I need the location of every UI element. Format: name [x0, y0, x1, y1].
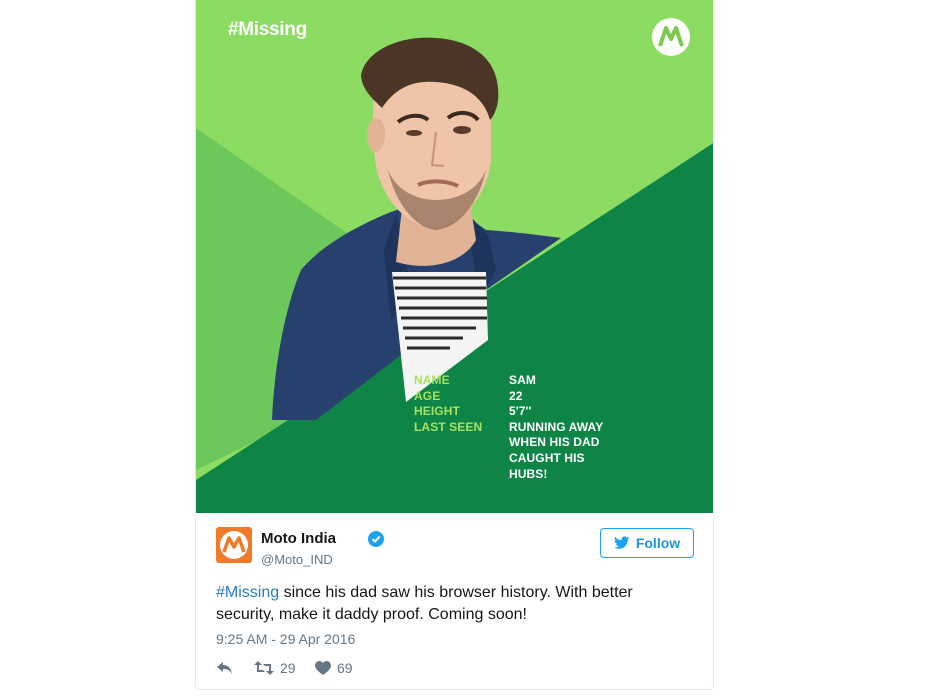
tweet-card: #Missing NAME AGE HEIGHT LAST SEEN SAM 2… — [195, 0, 714, 690]
twitter-bird-icon — [613, 536, 630, 549]
tweet-body: since his dad saw his browser history. W… — [216, 584, 633, 623]
man-photo — [272, 37, 561, 420]
reply-icon — [217, 662, 232, 674]
user-handle[interactable]: @Moto_IND — [261, 552, 333, 567]
follow-button[interactable]: Follow — [600, 528, 694, 558]
hashtag-link[interactable]: #Missing — [216, 584, 279, 601]
value-height: 5'7'' — [509, 404, 532, 419]
missing-info-values: SAM 22 5'7'' RUNNING AWAY WHEN HIS DAD C… — [509, 373, 619, 482]
label-height: HEIGHT — [414, 404, 460, 419]
avatar[interactable] — [216, 527, 252, 563]
follow-label: Follow — [635, 535, 681, 551]
like-button[interactable]: 69 — [315, 660, 353, 676]
retweet-icon — [254, 661, 274, 675]
label-name: NAME — [414, 373, 450, 387]
retweet-count: 29 — [280, 660, 296, 676]
verified-badge-icon — [368, 531, 384, 547]
value-age: 22 — [509, 388, 523, 403]
tweet-text: #Missing since his dad saw his browser h… — [216, 582, 656, 626]
value-name: SAM — [509, 373, 536, 387]
display-name[interactable]: Moto India — [261, 530, 336, 547]
label-last-seen: LAST SEEN — [414, 419, 483, 434]
heart-icon — [315, 660, 331, 675]
reply-button[interactable] — [216, 660, 234, 676]
motorola-logo-icon — [652, 18, 690, 56]
tweet-media-image[interactable]: #Missing NAME AGE HEIGHT LAST SEEN SAM 2… — [196, 0, 713, 513]
value-last-seen: RUNNING AWAY WHEN HIS DAD CAUGHT HIS HUB… — [509, 419, 604, 481]
timestamp[interactable]: 9:25 AM - 29 Apr 2016 — [216, 631, 355, 647]
image-hashtag: #Missing — [228, 19, 307, 40]
missing-info-labels: NAME AGE HEIGHT LAST SEEN — [414, 373, 482, 435]
like-count: 69 — [337, 660, 353, 676]
label-age: AGE — [414, 388, 441, 403]
retweet-button[interactable]: 29 — [254, 660, 296, 676]
